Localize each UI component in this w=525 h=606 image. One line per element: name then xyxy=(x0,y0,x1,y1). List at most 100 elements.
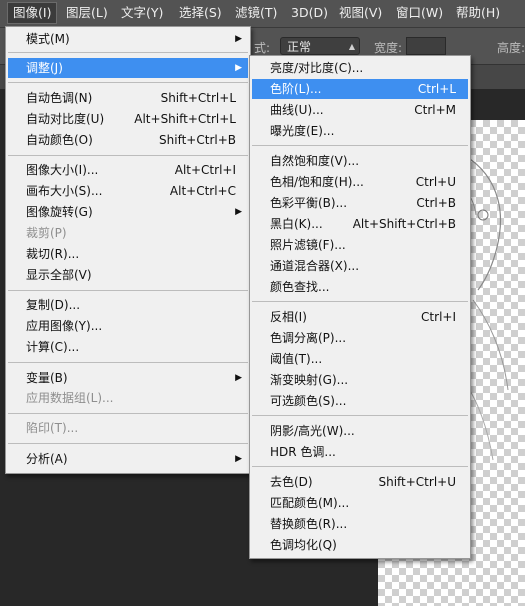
menu-item-shortcut: Ctrl+M xyxy=(414,103,456,117)
adjust-item-threshold[interactable]: 阈值(T)... xyxy=(252,349,468,369)
adjust-item-exposure[interactable]: 曝光度(E)... xyxy=(252,121,468,141)
image-menu-item-reveal-all[interactable]: 显示全部(V) xyxy=(8,265,248,285)
menu-item-label: 图像大小(I)... xyxy=(26,163,99,177)
menu-3d[interactable]: 3D(D) xyxy=(286,3,333,23)
menu-item-label: 可选颜色(S)... xyxy=(270,394,347,408)
adjust-item-curves[interactable]: 曲线(U)... Ctrl+M xyxy=(252,100,468,120)
menu-filter[interactable]: 滤镜(T) xyxy=(230,3,282,23)
menu-separator xyxy=(8,155,248,156)
menu-item-label: 模式(M) xyxy=(26,32,70,46)
menu-separator xyxy=(8,413,248,414)
image-menu-item-duplicate[interactable]: 复制(D)... xyxy=(8,295,248,315)
menu-item-shortcut: Alt+Ctrl+I xyxy=(174,163,236,177)
adjust-item-levels[interactable]: 色阶(L)... Ctrl+L xyxy=(252,79,468,99)
menu-help[interactable]: 帮助(H) xyxy=(451,3,505,23)
menu-item-label: 匹配颜色(M)... xyxy=(270,496,350,510)
menu-separator xyxy=(8,362,248,363)
adjust-item-channel-mixer[interactable]: 通道混合器(X)... xyxy=(252,256,468,276)
adjust-item-invert[interactable]: 反相(I) Ctrl+I xyxy=(252,307,468,327)
menu-item-label: 自然饱和度(V)... xyxy=(270,154,360,168)
menu-item-label: 画布大小(S)... xyxy=(26,184,103,198)
adjust-item-posterize[interactable]: 色调分离(P)... xyxy=(252,328,468,348)
submenu-arrow-icon: ▶ xyxy=(235,34,242,44)
adjust-item-replace-color[interactable]: 替换颜色(R)... xyxy=(252,514,468,534)
menu-item-label: 照片滤镜(F)... xyxy=(270,238,346,252)
adjust-item-photo-filter[interactable]: 照片滤镜(F)... xyxy=(252,235,468,255)
adjust-item-match-color[interactable]: 匹配颜色(M)... xyxy=(252,493,468,513)
adjust-item-hdr-toning[interactable]: HDR 色调... xyxy=(252,442,468,462)
menu-type[interactable]: 文字(Y) xyxy=(116,3,168,23)
image-menu-item-apply-image[interactable]: 应用图像(Y)... xyxy=(8,316,248,336)
image-menu-item-image-size[interactable]: 图像大小(I)... Alt+Ctrl+I xyxy=(8,160,248,180)
menu-item-shortcut: Shift+Ctrl+U xyxy=(378,475,456,489)
adjust-item-color-lookup[interactable]: 颜色查找... xyxy=(252,277,468,297)
adjust-item-vibrance[interactable]: 自然饱和度(V)... xyxy=(252,151,468,171)
style-label: 式: xyxy=(254,41,271,55)
menu-separator xyxy=(252,415,468,416)
style-select-value: 正常 xyxy=(287,40,312,54)
menu-item-label: 图像旋转(G) xyxy=(26,205,93,219)
width-input[interactable] xyxy=(406,37,446,55)
image-menu-item-adjustments[interactable]: 调整(J) ▶ xyxy=(8,58,248,78)
adjust-item-hue-saturation[interactable]: 色相/饱和度(H)... Ctrl+U xyxy=(252,172,468,192)
menu-item-label: 阈值(T)... xyxy=(270,352,323,366)
menu-separator xyxy=(8,443,248,444)
image-menu-item-auto-color[interactable]: 自动颜色(O) Shift+Ctrl+B xyxy=(8,130,248,150)
menu-item-label: 色调分离(P)... xyxy=(270,331,347,345)
menu-item-label: 裁剪(P) xyxy=(26,226,67,240)
adjustments-submenu: 亮度/对比度(C)... 色阶(L)... Ctrl+L 曲线(U)... Ct… xyxy=(249,55,471,559)
menu-view[interactable]: 视图(V) xyxy=(334,3,387,23)
menu-item-label: 渐变映射(G)... xyxy=(270,373,349,387)
menu-item-label: 分析(A) xyxy=(26,452,68,466)
adjust-item-equalize[interactable]: 色调均化(Q) xyxy=(252,535,468,555)
menu-separator xyxy=(8,52,248,53)
image-menu-item-crop: 裁剪(P) xyxy=(8,223,248,243)
adjust-item-desaturate[interactable]: 去色(D) Shift+Ctrl+U xyxy=(252,472,468,492)
menu-item-shortcut: Ctrl+U xyxy=(415,175,456,189)
image-menu-item-analysis[interactable]: 分析(A) ▶ xyxy=(8,449,248,469)
image-menu-item-auto-tone[interactable]: 自动色调(N) Shift+Ctrl+L xyxy=(8,88,248,108)
image-menu-item-canvas-size[interactable]: 画布大小(S)... Alt+Ctrl+C xyxy=(8,181,248,201)
style-select[interactable]: 正常 ▲ xyxy=(280,37,360,55)
menu-item-shortcut: Shift+Ctrl+L xyxy=(160,91,236,105)
menu-item-label: 应用数据组(L)... xyxy=(26,391,114,405)
image-menu-item-apply-data-set: 应用数据组(L)... xyxy=(8,388,248,408)
menu-item-label: 曝光度(E)... xyxy=(270,124,335,138)
menu-item-shortcut: Alt+Ctrl+C xyxy=(169,184,236,198)
menu-item-label: 复制(D)... xyxy=(26,298,81,312)
menu-item-label: 色相/饱和度(H)... xyxy=(270,175,364,189)
menu-window[interactable]: 窗口(W) xyxy=(391,3,448,23)
submenu-arrow-icon: ▶ xyxy=(235,63,242,73)
menu-item-label: 陷印(T)... xyxy=(26,421,79,435)
adjust-item-black-white[interactable]: 黑白(K)... Alt+Shift+Ctrl+B xyxy=(252,214,468,234)
menu-item-label: 通道混合器(X)... xyxy=(270,259,360,273)
menu-separator xyxy=(8,82,248,83)
submenu-arrow-icon: ▶ xyxy=(235,207,242,217)
submenu-arrow-icon: ▶ xyxy=(235,373,242,383)
menu-separator xyxy=(252,145,468,146)
menu-item-label: 色彩平衡(B)... xyxy=(270,196,348,210)
adjust-item-brightness-contrast[interactable]: 亮度/对比度(C)... xyxy=(252,58,468,78)
adjust-item-selective-color[interactable]: 可选颜色(S)... xyxy=(252,391,468,411)
menu-select[interactable]: 选择(S) xyxy=(174,3,227,23)
image-menu-item-image-rotation[interactable]: 图像旋转(G) ▶ xyxy=(8,202,248,222)
adjust-item-gradient-map[interactable]: 渐变映射(G)... xyxy=(252,370,468,390)
menu-item-label: 显示全部(V) xyxy=(26,268,92,282)
menu-item-shortcut: Alt+Shift+Ctrl+B xyxy=(352,217,456,231)
image-menu-item-mode[interactable]: 模式(M) ▶ xyxy=(8,29,248,49)
image-menu-item-auto-contrast[interactable]: 自动对比度(U) Alt+Shift+Ctrl+L xyxy=(8,109,248,129)
up-down-arrow-icon: ▲ xyxy=(348,42,355,51)
menu-item-label: 计算(C)... xyxy=(26,340,80,354)
image-menu-item-trap: 陷印(T)... xyxy=(8,418,248,438)
menu-image[interactable]: 图像(I) xyxy=(7,2,58,24)
adjust-item-color-balance[interactable]: 色彩平衡(B)... Ctrl+B xyxy=(252,193,468,213)
menu-item-label: 黑白(K)... xyxy=(270,217,323,231)
image-menu-item-trim[interactable]: 裁切(R)... xyxy=(8,244,248,264)
adjust-item-shadows-highlights[interactable]: 阴影/高光(W)... xyxy=(252,421,468,441)
menu-item-label: 应用图像(Y)... xyxy=(26,319,103,333)
image-menu-item-variables[interactable]: 变量(B) ▶ xyxy=(8,368,248,388)
image-menu-item-calculations[interactable]: 计算(C)... xyxy=(8,337,248,357)
menu-layer[interactable]: 图层(L) xyxy=(61,3,113,23)
menu-item-label: 颜色查找... xyxy=(270,280,330,294)
menu-item-label: 色调均化(Q) xyxy=(270,538,337,552)
